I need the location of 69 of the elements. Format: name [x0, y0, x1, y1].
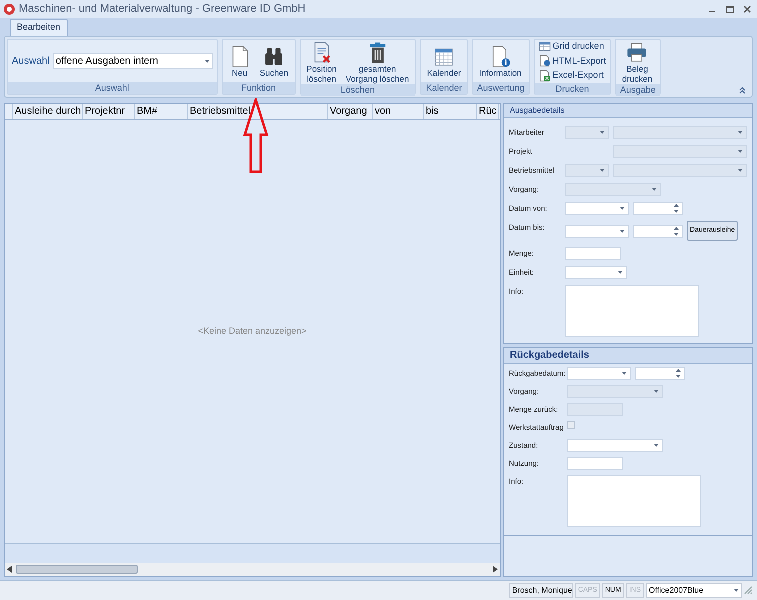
- dropdown-caret-icon[interactable]: [654, 444, 659, 447]
- group-label: Löschen: [300, 84, 416, 96]
- dropdown-caret-icon[interactable]: [620, 207, 625, 210]
- close-icon[interactable]: [744, 6, 751, 12]
- group-label: Kalender: [421, 82, 468, 94]
- dropdown-field[interactable]: [567, 367, 631, 380]
- dropdown-caret-icon[interactable]: [618, 271, 623, 274]
- maximize-icon[interactable]: [726, 6, 734, 12]
- column-header[interactable]: Projektnr: [83, 104, 135, 119]
- dropdown-caret-icon[interactable]: [734, 589, 739, 592]
- time-spin-field[interactable]: [633, 224, 683, 238]
- ribbon-button[interactable]: Position löschen: [302, 40, 341, 84]
- group-label: Auswertung: [473, 82, 529, 94]
- selector-label: Auswahl: [12, 54, 50, 68]
- spin-arrows-icon[interactable]: [674, 226, 679, 236]
- column-header[interactable]: bis: [424, 104, 477, 119]
- ribbon-button[interactable]: gesamten Vorgang löschen: [342, 40, 414, 84]
- time-spin-field[interactable]: [635, 367, 685, 380]
- ribbon-button[interactable]: Excel-Export: [538, 69, 606, 82]
- horizontal-scrollbar[interactable]: [5, 563, 500, 576]
- ribbon-button[interactable]: Neu: [224, 44, 255, 78]
- spin-arrows-icon[interactable]: [674, 204, 679, 213]
- ribbon-button[interactable]: Kalender: [423, 44, 466, 78]
- column-header[interactable]: Rüc: [477, 104, 499, 119]
- group-label: Funktion: [222, 82, 295, 94]
- table-icon: [538, 40, 551, 53]
- dropdown-caret-icon[interactable]: [622, 372, 627, 375]
- window-title: Maschinen- und Materialverwaltung - Greenware ID GmbH: [19, 2, 306, 17]
- section-header: Rückgabedetails: [504, 348, 752, 364]
- globe-document-icon: [538, 55, 551, 68]
- empty-grid-message: <Keine Daten anzuzeigen>: [198, 324, 307, 338]
- ribbon-button[interactable]: HTML-Export: [538, 54, 606, 68]
- scroll-left-icon[interactable]: [7, 566, 12, 573]
- column-header[interactable]: Vorgang: [328, 104, 373, 119]
- time-spin-field[interactable]: [633, 202, 683, 215]
- collapse-ribbon-icon[interactable]: [739, 87, 746, 94]
- ribbon-button[interactable]: Beleg drucken: [618, 40, 657, 84]
- dropdown-field[interactable]: [565, 202, 629, 215]
- resize-grip-icon[interactable]: [744, 586, 753, 595]
- status-user: Brosch, Monique: [509, 583, 574, 598]
- column-header[interactable]: Betriebsmittel: [188, 104, 328, 119]
- theme-combo[interactable]: Office2007Blue: [646, 583, 742, 598]
- text-field[interactable]: [567, 457, 623, 470]
- section-header: Ausgabedetails: [504, 104, 752, 118]
- scrollbar-thumb[interactable]: [16, 565, 138, 574]
- info-field[interactable]: [565, 285, 699, 337]
- spin-arrows-icon[interactable]: [676, 369, 681, 378]
- column-header[interactable]: von: [373, 104, 424, 119]
- dropdown-caret-icon[interactable]: [620, 230, 625, 232]
- column-header[interactable]: Ausleihe durch: [13, 104, 83, 119]
- ribbon-button[interactable]: Suchen: [256, 44, 293, 78]
- column-header[interactable]: BM#: [135, 104, 188, 119]
- spreadsheet-icon: [538, 70, 551, 82]
- ribbon-button[interactable]: Information: [475, 44, 526, 78]
- app-logo-icon: [4, 4, 15, 14]
- group-label: Ausgabe: [616, 84, 660, 96]
- info-field[interactable]: [567, 475, 701, 527]
- dropdown-field[interactable]: [565, 224, 629, 238]
- dropdown-field[interactable]: [567, 439, 663, 452]
- dropdown-field[interactable]: [565, 266, 627, 279]
- scroll-right-icon[interactable]: [493, 566, 498, 573]
- dropdown-caret-icon[interactable]: [204, 60, 210, 62]
- group-label: Auswahl: [8, 82, 217, 94]
- ribbon-tab[interactable]: Bearbeiten: [10, 19, 68, 36]
- group-label: Drucken: [534, 82, 610, 94]
- ribbon-button[interactable]: Grid drucken: [538, 40, 606, 54]
- printer-icon: [626, 41, 648, 64]
- selection-combo[interactable]: offene Ausgaben intern: [52, 53, 213, 69]
- text-field[interactable]: [565, 247, 621, 260]
